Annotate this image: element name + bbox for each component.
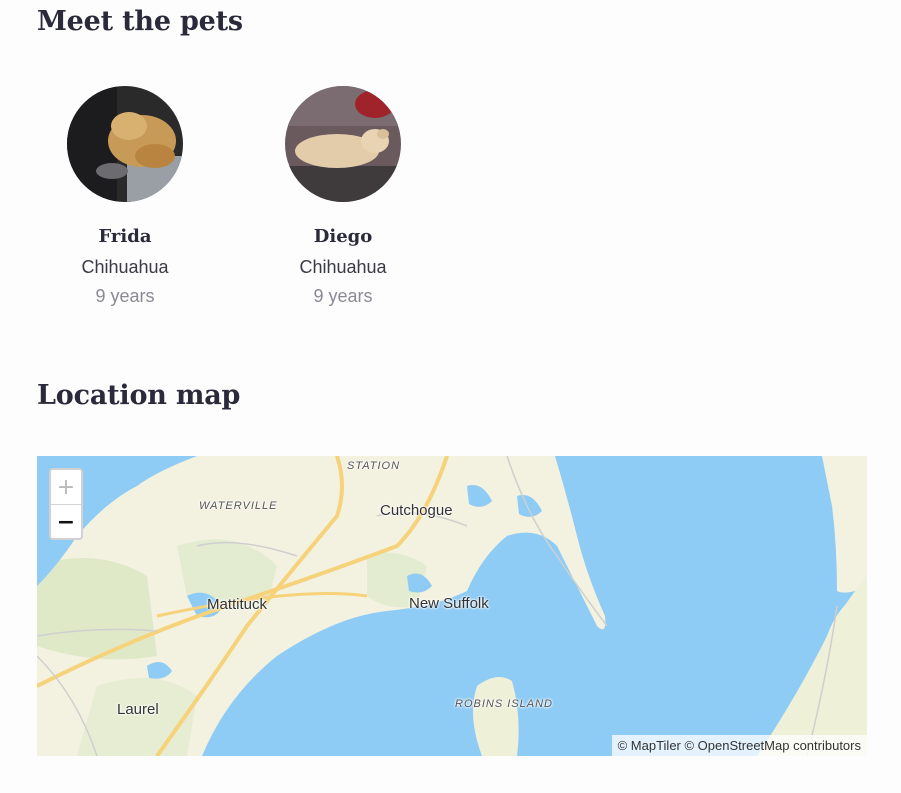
map-label-station: STATION bbox=[347, 460, 401, 472]
map-label-cutchogue: Cutchogue bbox=[380, 502, 453, 519]
zoom-in-button[interactable]: + bbox=[51, 470, 81, 505]
map-attribution[interactable]: © MapTiler © OpenStreetMap contributors bbox=[611, 735, 867, 756]
pet-breed: Chihuahua bbox=[299, 257, 387, 277]
map-label-robins-island: ROBINS ISLAND bbox=[455, 698, 553, 710]
zoom-out-button[interactable]: − bbox=[51, 505, 81, 539]
pet-breed: Chihuahua bbox=[81, 257, 169, 277]
map-label-laurel: Laurel bbox=[117, 701, 159, 718]
page: Meet the pets Frida Chihuahua 9 years Di… bbox=[0, 0, 901, 793]
zoom-control: + − bbox=[49, 468, 83, 540]
pet-name: Frida bbox=[98, 226, 152, 247]
pet-photo bbox=[67, 86, 183, 202]
pet-card[interactable]: Diego Chihuahua 9 years bbox=[258, 86, 428, 307]
pet-card[interactable]: Frida Chihuahua 9 years bbox=[40, 86, 210, 307]
pet-photo bbox=[285, 86, 401, 202]
pet-age: 9 years bbox=[95, 286, 155, 306]
map-label-new-suffolk: New Suffolk bbox=[409, 595, 489, 612]
pet-age: 9 years bbox=[313, 286, 373, 306]
pets-section-title: Meet the pets bbox=[37, 6, 243, 37]
location-map[interactable]: STATION WATERVILLE Cutchogue Mattituck N… bbox=[37, 456, 867, 756]
map-section-title: Location map bbox=[37, 380, 241, 411]
map-label-mattituck: Mattituck bbox=[207, 596, 268, 613]
pet-name: Diego bbox=[313, 226, 373, 247]
map-label-waterville: WATERVILLE bbox=[199, 500, 278, 512]
